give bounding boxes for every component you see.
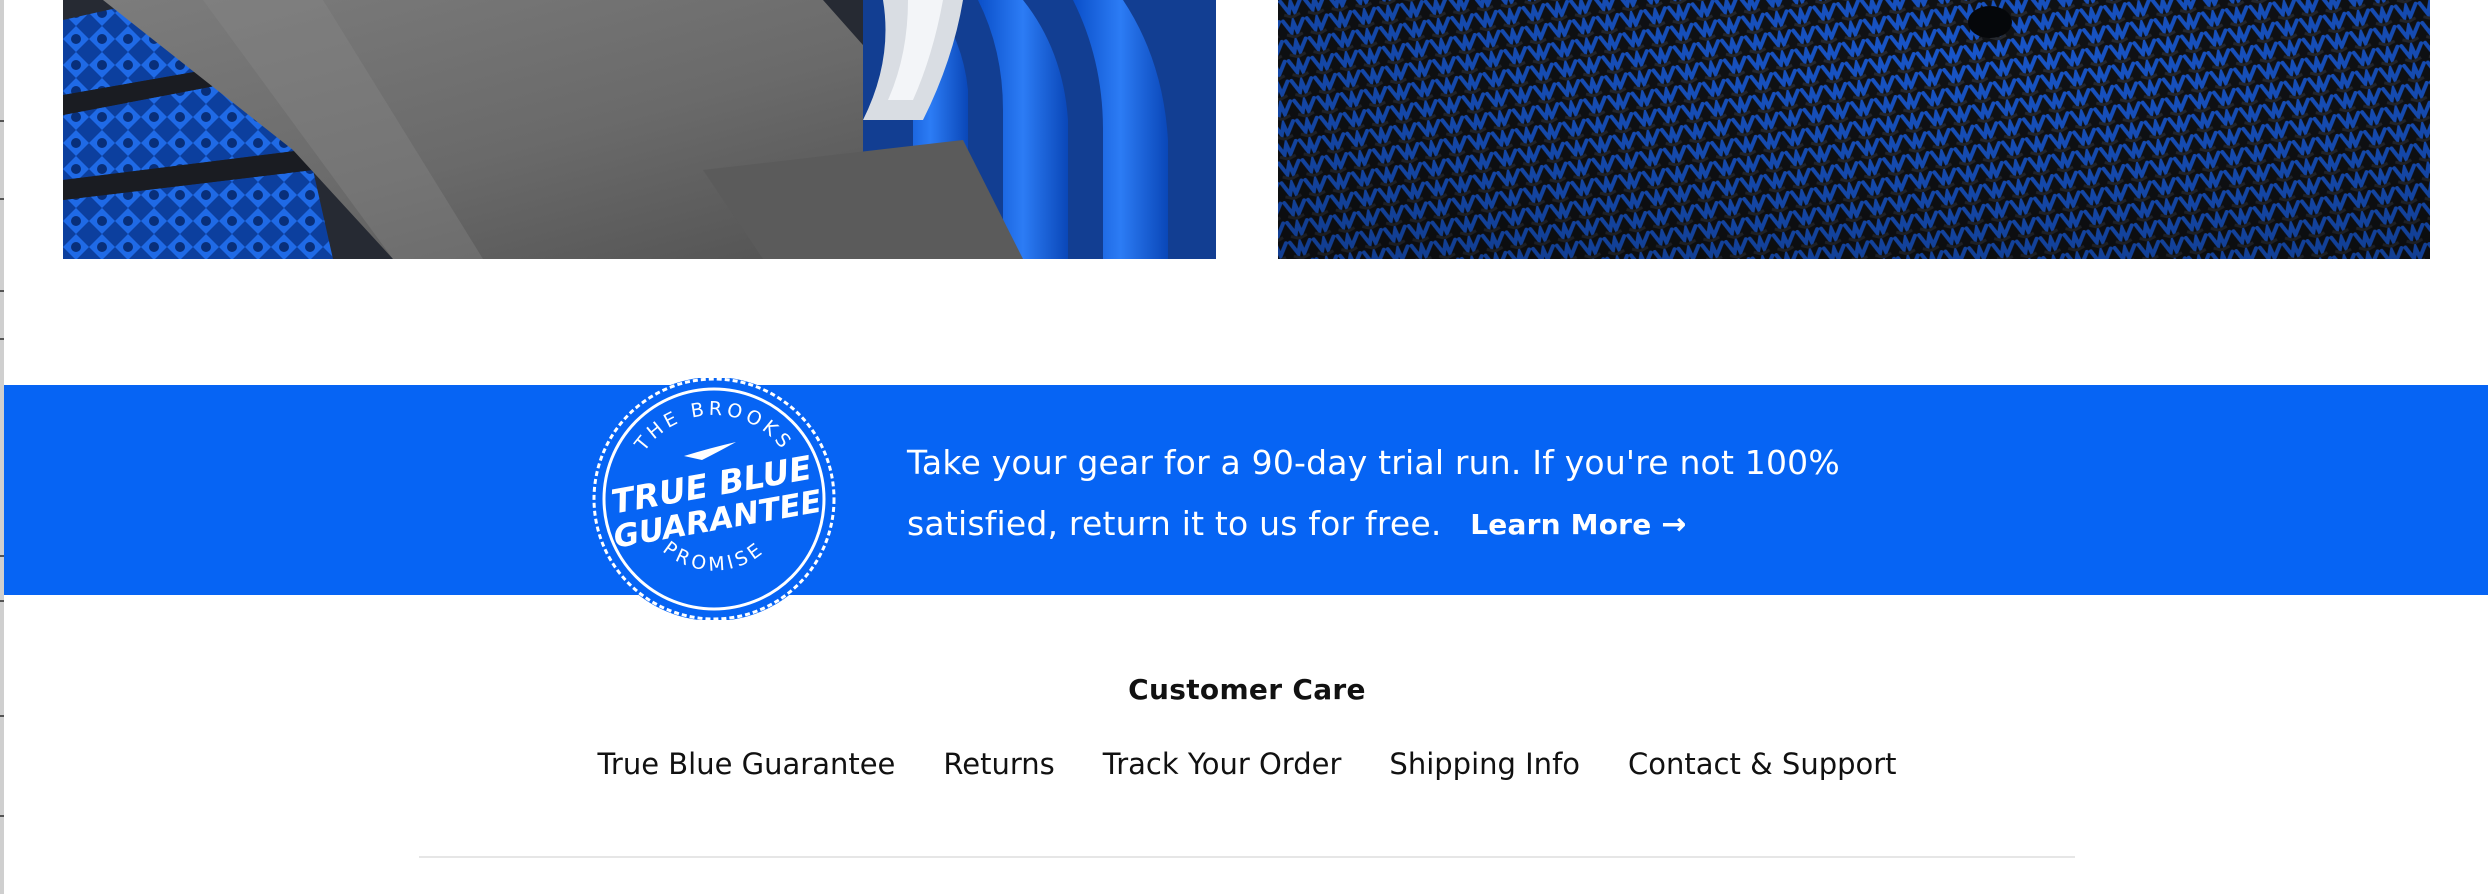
footer-link-contact-support[interactable]: Contact & Support <box>1628 747 1897 781</box>
edge-mark <box>0 715 4 717</box>
guarantee-text-line2-wrap: satisfied, return it to us for free. Lea… <box>907 493 1887 555</box>
footer-link-shipping-info[interactable]: Shipping Info <box>1389 747 1580 781</box>
footer-link-true-blue-guarantee[interactable]: True Blue Guarantee <box>597 747 895 781</box>
page: THE BROOKS PROMISE TRUE BLUE GUARANTEE T… <box>0 0 2488 894</box>
learn-more-label: Learn More <box>1470 508 1652 541</box>
knit-fabric-photo-icon <box>1278 0 2430 259</box>
edge-mark <box>0 815 4 817</box>
edge-mark <box>0 290 4 292</box>
guarantee-text-line1: Take your gear for a 90-day trial run. I… <box>907 443 1840 482</box>
edge-mark <box>0 120 4 122</box>
knit-fabric-image[interactable] <box>1278 0 2430 259</box>
edge-mark <box>0 600 4 602</box>
true-blue-guarantee-seal-icon: THE BROOKS PROMISE TRUE BLUE GUARANTEE <box>592 378 836 620</box>
guarantee-text-line2: satisfied, return it to us for free. <box>907 504 1442 543</box>
footer-divider <box>419 856 2075 858</box>
customer-care-links: True Blue Guarantee Returns Track Your O… <box>0 747 2488 781</box>
guarantee-message: Take your gear for a 90-day trial run. I… <box>907 432 1887 555</box>
footer-link-track-order[interactable]: Track Your Order <box>1103 747 1342 781</box>
learn-more-link[interactable]: Learn More → <box>1470 494 1686 555</box>
customer-care-heading: Customer Care <box>1128 673 1366 706</box>
edge-mark <box>0 198 4 200</box>
footer-link-returns[interactable]: Returns <box>943 747 1054 781</box>
shoe-detail-photo-icon <box>63 0 1216 259</box>
edge-mark <box>0 338 4 340</box>
shoe-detail-image[interactable] <box>63 0 1216 259</box>
arrow-right-icon: → <box>1661 507 1687 542</box>
